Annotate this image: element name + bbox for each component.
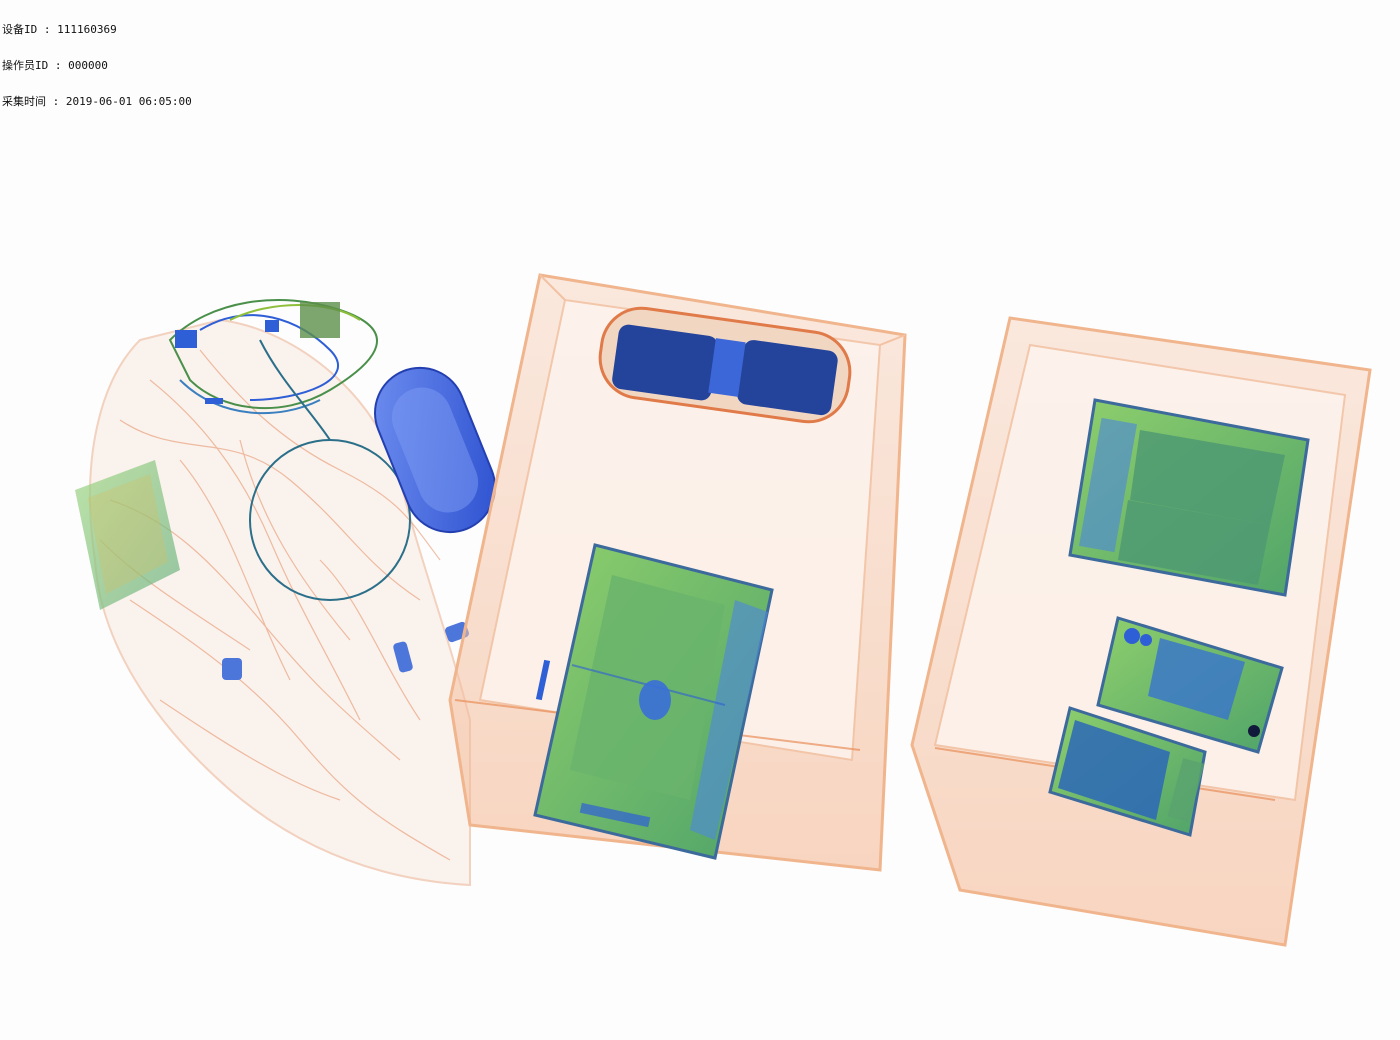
xray-scan-view: 设备ID : 111160369 操作员ID : 000000 采集时间 : 2… [0,0,1400,1040]
clip-1 [222,658,242,680]
logo-shape [639,680,671,720]
xray-image [75,273,1372,947]
